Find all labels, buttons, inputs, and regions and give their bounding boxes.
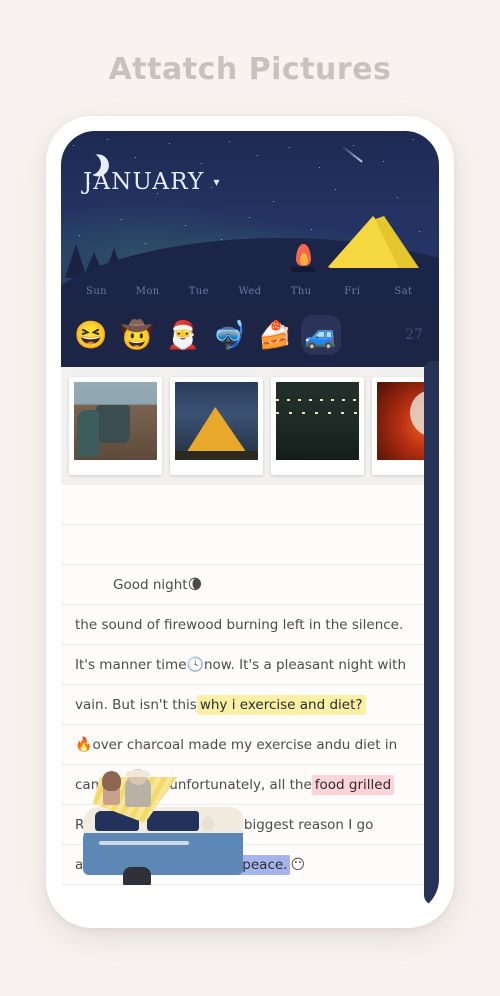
campfire-inner-flame [300, 253, 308, 265]
weekday-row: Sun Mon Tue Wed Thu Fri Sat [61, 286, 439, 297]
car-sticker[interactable]: 🚙 [301, 315, 341, 355]
journal-text: Relaxing in nature is the biggest reason… [75, 816, 374, 833]
journal-text: the sound of firewood burning left in th… [75, 616, 404, 633]
sticker-count-label: 27 [405, 327, 423, 343]
weekday-thu[interactable]: Thu [276, 286, 327, 297]
journal-line[interactable]: 🔥 over charcoal made my exercise andu di… [61, 725, 439, 765]
weekday-fri[interactable]: Fri [327, 286, 378, 297]
inline-emoji: 🔥 [75, 736, 93, 753]
month-label: JANUARY [83, 169, 205, 195]
campfire-logs [291, 267, 315, 272]
photo-camp-mug-image [74, 382, 157, 460]
journal-text-area[interactable]: Good night 🌘 the sound of firewood burnin… [61, 485, 439, 885]
journal-text: Good night [113, 576, 188, 593]
photo-yellow-tent[interactable] [170, 377, 263, 475]
journal-text: camping. But unfortunately, all the [75, 776, 312, 793]
journal-line[interactable]: It's manner time 🕓 now. It's a pleasant n… [61, 645, 439, 685]
photo-strip[interactable] [61, 367, 439, 485]
highlighted-text-yellow: why i exercise and diet? [196, 694, 366, 715]
journal-line[interactable] [61, 525, 439, 565]
journal-text: arrived, [75, 856, 128, 873]
weekday-sun[interactable]: Sun [71, 286, 122, 297]
photo-yellow-tent-image [175, 382, 258, 460]
weekday-sat[interactable]: Sat [378, 286, 429, 297]
page-title: Attatch Pictures [108, 52, 392, 87]
phone-screen: JANUARY ▾ Sun Mon Tue Wed Thu Fri Sat 😆 … [61, 131, 439, 913]
sticker-bar: 😆 🤠 🎅 🤿 🍰 🚙 27 [61, 306, 439, 367]
inline-emoji: 😶 [290, 856, 306, 873]
inline-emoji: 🌘 [187, 576, 203, 593]
journal-line[interactable] [61, 485, 439, 525]
journal-line[interactable]: the sound of firewood burning left in th… [61, 605, 439, 645]
journal-text: now. It's a pleasant night with [203, 656, 407, 673]
highlighted-text-blue: my mind was at peace. [127, 854, 291, 875]
calendar-header-scene: JANUARY ▾ Sun Mon Tue Wed Thu Fri Sat [61, 131, 439, 306]
phone-mockup: JANUARY ▾ Sun Mon Tue Wed Thu Fri Sat 😆 … [46, 116, 454, 928]
weekday-mon[interactable]: Mon [122, 286, 173, 297]
journal-text: It's manner time [75, 656, 187, 673]
photo-string-lights-image [276, 382, 359, 460]
month-selector[interactable]: JANUARY ▾ [83, 169, 219, 195]
side-scroll-panel[interactable] [424, 361, 439, 905]
inline-emoji: 🕓 [186, 656, 204, 673]
strawberry-cake-sticker[interactable]: 🍰 [255, 315, 295, 355]
photo-camp-mug[interactable] [69, 377, 162, 475]
straw-hat-face-sticker[interactable]: 🤠 [117, 315, 157, 355]
journal-line[interactable]: Good night 🌘 [61, 565, 439, 605]
highlighted-text-pink: food grilled [311, 774, 395, 795]
weekday-wed[interactable]: Wed [224, 286, 275, 297]
journal-line[interactable]: camping. But unfortunately, all the food… [61, 765, 439, 805]
journal-text: vain. But isn't this [75, 696, 197, 713]
snorkel-mask-sticker[interactable]: 🤿 [209, 315, 249, 355]
journal-line[interactable]: arrived, my mind was at peace. 😶 [61, 845, 439, 885]
chevron-down-icon[interactable]: ▾ [213, 175, 219, 189]
journal-line[interactable]: Relaxing in nature is the biggest reason… [61, 805, 439, 845]
weekday-tue[interactable]: Tue [173, 286, 224, 297]
journal-text: over charcoal made my exercise andu diet… [92, 736, 398, 753]
photo-string-lights[interactable] [271, 377, 364, 475]
journal-line[interactable]: vain. But isn't this why i exercise and … [61, 685, 439, 725]
pink-laughing-face-sticker[interactable]: 😆 [71, 315, 111, 355]
santa-claus-sticker[interactable]: 🎅 [163, 315, 203, 355]
